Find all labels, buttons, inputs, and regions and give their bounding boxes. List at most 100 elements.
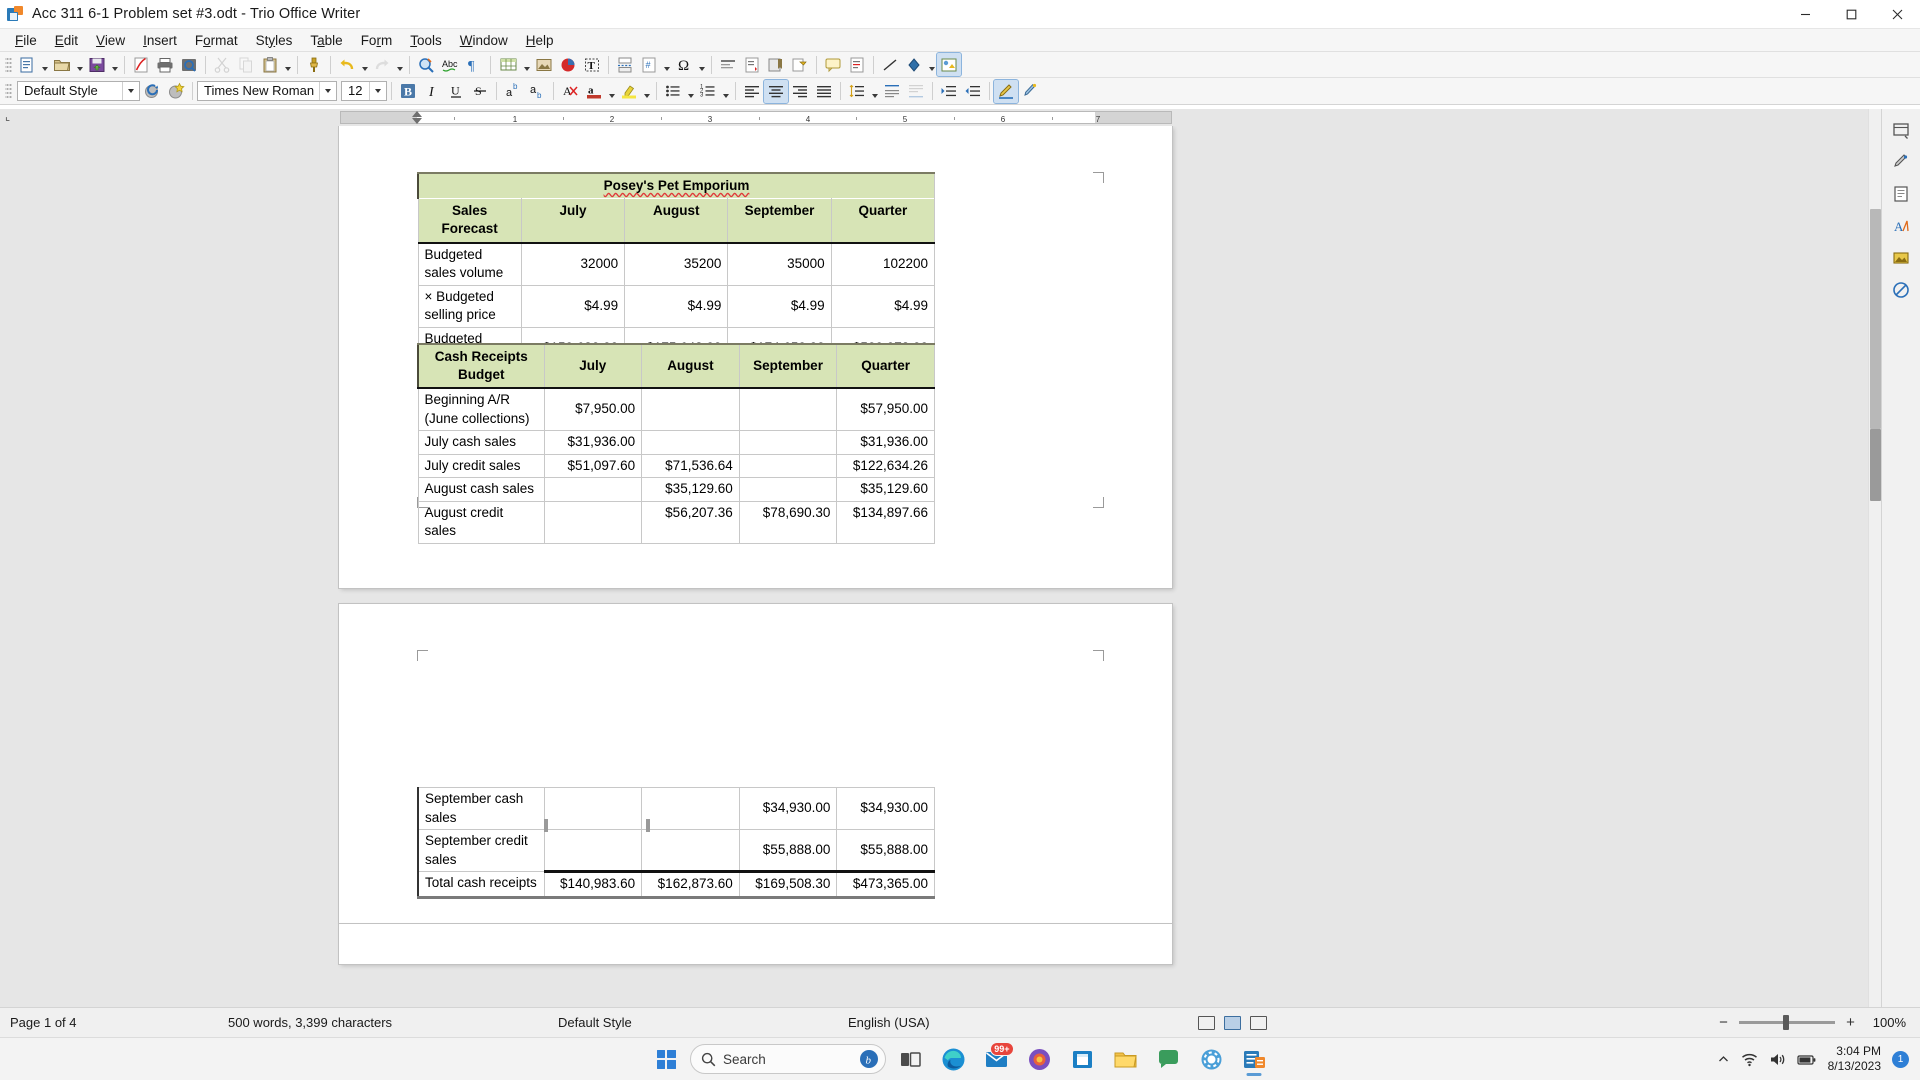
insert-field-icon[interactable]: # bbox=[637, 53, 661, 76]
copy-icon[interactable] bbox=[234, 53, 258, 76]
paste-dropdown[interactable] bbox=[282, 53, 293, 76]
insert-endnote-icon[interactable] bbox=[740, 53, 764, 76]
settings-icon[interactable] bbox=[1192, 1040, 1230, 1078]
set-paragraph-style-icon[interactable] bbox=[993, 78, 1019, 104]
clone-formatting-brush-icon[interactable] bbox=[302, 53, 326, 76]
first-line-indent-marker[interactable] bbox=[412, 118, 422, 124]
chevron-down-icon[interactable] bbox=[319, 82, 336, 100]
spelling-check-icon[interactable]: Abc bbox=[438, 53, 462, 76]
file-explorer-icon[interactable] bbox=[1106, 1040, 1144, 1078]
chevron-down-icon[interactable] bbox=[369, 82, 386, 100]
ruler-corner-icon[interactable] bbox=[0, 109, 22, 126]
zoom-level[interactable]: 100% bbox=[1866, 1015, 1906, 1030]
highlight-color-icon[interactable] bbox=[617, 80, 641, 103]
show-hidden-icons-chevron[interactable] bbox=[1717, 1053, 1730, 1066]
undo-icon[interactable] bbox=[335, 53, 359, 76]
align-center-icon[interactable] bbox=[763, 78, 789, 104]
ordered-list-icon[interactable]: 123 bbox=[696, 80, 720, 103]
comment-icon[interactable] bbox=[821, 53, 845, 76]
unordered-list-icon[interactable] bbox=[661, 80, 685, 103]
page-icon[interactable] bbox=[1886, 179, 1916, 209]
zoom-slider-thumb[interactable] bbox=[1783, 1015, 1789, 1030]
print-preview-icon[interactable] bbox=[177, 53, 201, 76]
column-resize-handle[interactable] bbox=[544, 819, 548, 832]
table-row[interactable]: September cash sales $34,930.00 $34,930.… bbox=[417, 787, 935, 830]
document-page-2[interactable]: September cash sales $34,930.00 $34,930.… bbox=[339, 604, 1172, 924]
special-character-icon[interactable]: Ω bbox=[672, 53, 696, 76]
cut-scissors-icon[interactable] bbox=[210, 53, 234, 76]
align-left-icon[interactable] bbox=[740, 80, 764, 103]
windows-start-icon[interactable] bbox=[647, 1040, 685, 1078]
sales-forecast-table[interactable]: Posey's Pet Emporium Sales Forecast July… bbox=[417, 172, 936, 372]
open-folder-icon[interactable] bbox=[50, 53, 74, 76]
paste-clipboard-icon[interactable] bbox=[258, 53, 282, 76]
toolbar-grip[interactable] bbox=[5, 82, 12, 100]
open-folder-dropdown[interactable] bbox=[74, 53, 85, 76]
single-page-view-icon[interactable] bbox=[1198, 1015, 1215, 1030]
notification-badge[interactable]: 1 bbox=[1892, 1050, 1909, 1068]
battery-icon[interactable] bbox=[1797, 1053, 1817, 1066]
unordered-list-dropdown[interactable] bbox=[685, 80, 696, 103]
font-name-combo[interactable]: Times New Roman bbox=[197, 81, 337, 101]
horizontal-ruler[interactable]: 1 2 3 4 5 6 7 bbox=[340, 111, 1172, 124]
new-document-icon[interactable] bbox=[15, 53, 39, 76]
taskbar-search-box[interactable]: Search b bbox=[690, 1044, 886, 1074]
document-page-3[interactable] bbox=[339, 924, 1172, 964]
paragraph-spacing-above-icon[interactable] bbox=[880, 80, 904, 103]
italic-icon[interactable]: I bbox=[420, 80, 444, 103]
scrollbar-thumb-lower[interactable] bbox=[1870, 429, 1881, 501]
highlight-color-dropdown[interactable] bbox=[641, 80, 652, 103]
table-row[interactable]: September credit sales $55,888.00 $55,88… bbox=[417, 829, 935, 872]
menu-insert[interactable]: Insert bbox=[134, 31, 186, 50]
page-break-icon[interactable] bbox=[613, 53, 637, 76]
formatting-marks-icon[interactable]: ¶ bbox=[462, 53, 486, 76]
page-style[interactable]: Default Style bbox=[548, 1015, 838, 1030]
minimize-button[interactable] bbox=[1782, 0, 1828, 29]
clear-formatting-icon[interactable]: A bbox=[558, 80, 582, 103]
track-changes-icon[interactable] bbox=[845, 53, 869, 76]
navigator-icon[interactable] bbox=[1886, 275, 1916, 305]
insert-line-icon[interactable] bbox=[878, 53, 902, 76]
properties-icon[interactable] bbox=[1886, 147, 1916, 177]
taskbar-clock[interactable]: 3:04 PM 8/13/2023 bbox=[1828, 1044, 1881, 1074]
table-row[interactable]: August cash sales $35,129.60 $35,129.60 bbox=[417, 477, 935, 502]
insert-table-dropdown[interactable] bbox=[521, 53, 532, 76]
menu-edit[interactable]: Edit bbox=[46, 31, 87, 50]
menu-table[interactable]: Table bbox=[301, 31, 351, 50]
menu-file[interactable]: FFileile bbox=[6, 31, 46, 50]
print-icon[interactable] bbox=[153, 53, 177, 76]
justified-icon[interactable] bbox=[812, 80, 836, 103]
paragraph-spacing-below-icon[interactable] bbox=[904, 80, 928, 103]
paragraph-style-combo[interactable]: Default Style bbox=[17, 81, 140, 101]
cash-receipts-budget-table[interactable]: Cash Receipts Budget July August Septemb… bbox=[417, 343, 935, 544]
cash-receipts-continued-table[interactable]: September cash sales $34,930.00 $34,930.… bbox=[417, 787, 935, 899]
save-icon[interactable] bbox=[85, 53, 109, 76]
wifi-icon[interactable] bbox=[1741, 1052, 1758, 1067]
zoom-slider[interactable] bbox=[1739, 1015, 1835, 1030]
table-row[interactable]: August credit sales $56,207.36 $78,690.3… bbox=[417, 500, 935, 544]
column-resize-handle[interactable] bbox=[646, 819, 650, 832]
subscript-icon[interactable]: ab bbox=[525, 80, 549, 103]
document-scroll-area[interactable]: Posey's Pet Emporium Sales Forecast July… bbox=[0, 126, 1920, 1007]
new-style-icon[interactable] bbox=[164, 80, 188, 103]
maximize-button[interactable] bbox=[1828, 0, 1874, 29]
menu-tools[interactable]: Tools bbox=[401, 31, 451, 50]
chat-teams-icon[interactable] bbox=[1149, 1040, 1187, 1078]
export-pdf-icon[interactable] bbox=[129, 53, 153, 76]
left-indent-marker[interactable] bbox=[412, 111, 422, 117]
insert-field-dropdown[interactable] bbox=[661, 53, 672, 76]
menu-styles[interactable]: Styles bbox=[247, 31, 302, 50]
insert-image-icon[interactable] bbox=[532, 53, 556, 76]
vertical-scrollbar[interactable] bbox=[1868, 109, 1881, 1007]
ordered-list-dropdown[interactable] bbox=[720, 80, 731, 103]
book-view-icon[interactable] bbox=[1250, 1015, 1267, 1030]
bold-icon[interactable]: B bbox=[396, 80, 420, 103]
strikethrough-icon[interactable]: S bbox=[468, 80, 492, 103]
mail-icon[interactable]: 99+ bbox=[977, 1040, 1015, 1078]
increase-indent-icon[interactable] bbox=[937, 80, 961, 103]
find-replace-icon[interactable] bbox=[414, 53, 438, 76]
table-row[interactable]: Beginning A/R (June collections) $7,950.… bbox=[417, 387, 935, 431]
styles-icon[interactable]: A bbox=[1886, 211, 1916, 241]
menu-window[interactable]: Window bbox=[451, 31, 517, 50]
photos-icon[interactable] bbox=[1020, 1040, 1058, 1078]
